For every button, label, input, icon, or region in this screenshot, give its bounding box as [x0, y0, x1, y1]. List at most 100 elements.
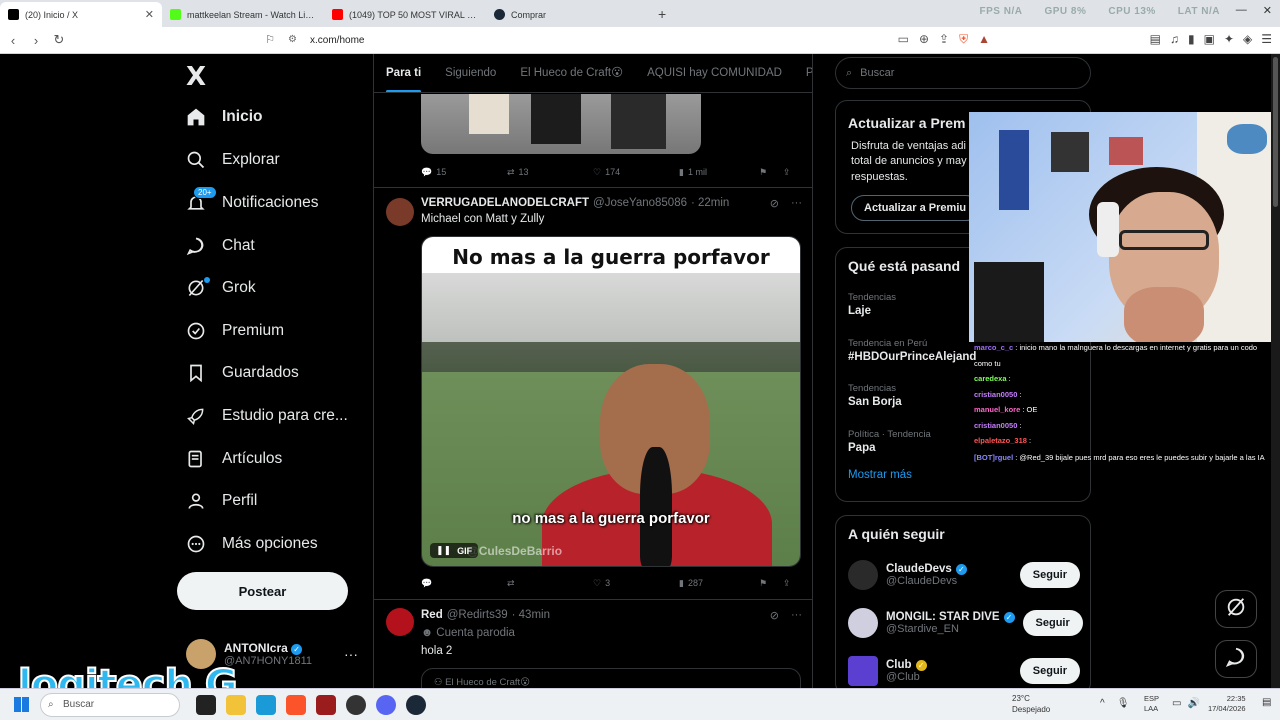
taskbar-search[interactable]: ⌕ Buscar [40, 693, 180, 717]
follow-suggestion[interactable]: ClaudeDevs ✓ @ClaudeDevs Seguir [848, 560, 1080, 590]
repost-button[interactable]: ⇄ 13 [507, 167, 593, 178]
views-button[interactable]: ▮ 287 [679, 578, 759, 589]
task-view-icon[interactable] [196, 695, 216, 715]
trend-item[interactable]: Tendencias San Borja [848, 383, 902, 408]
taskbar-clock[interactable]: 22:35 17/04/2026 [1208, 694, 1246, 714]
tray-expand-icon[interactable]: ^ [1100, 698, 1105, 709]
minimize-icon[interactable]: — [1236, 4, 1247, 17]
volume-icon[interactable]: 🔊 [1187, 698, 1199, 709]
gif-badge[interactable]: ❚❚ GIF [430, 543, 479, 558]
follow-suggestion[interactable]: MONGIL: STAR DIVE ✓ @Stardive_EN Seguir [848, 608, 1083, 638]
previous-post-media[interactable] [421, 94, 701, 154]
cast-icon[interactable]: ▭ [898, 32, 909, 47]
reload-icon[interactable]: ↻ [49, 32, 69, 48]
scrollbar-thumb[interactable] [1273, 57, 1278, 207]
nav-articles[interactable]: Artículos [184, 438, 282, 480]
wallet-icon[interactable]: ▣ [1204, 32, 1215, 46]
forward-icon[interactable]: › [26, 33, 46, 48]
page-scrollbar[interactable] [1271, 54, 1280, 688]
more-icon[interactable]: ··· [791, 197, 802, 210]
nav-explore[interactable]: Explorar [184, 139, 280, 181]
nav-more[interactable]: Más opciones [184, 523, 318, 565]
browser-tab-youtube[interactable]: (1049) TOP 50 MOST VIRAL PHONK/ [324, 2, 486, 27]
reading-list-icon[interactable]: ▮ [1188, 32, 1195, 46]
discord-icon[interactable] [376, 695, 396, 715]
follow-button[interactable]: Seguir [1019, 562, 1080, 588]
tab-following[interactable]: Siguiendo [433, 54, 508, 92]
share-icon[interactable]: ⇪ [939, 32, 949, 47]
close-tab-icon[interactable]: ✕ [145, 8, 154, 21]
messages-fab[interactable] [1215, 640, 1257, 678]
follow-button[interactable]: Seguir [1019, 658, 1080, 684]
new-tab-button[interactable]: + [648, 2, 676, 27]
quoted-community[interactable]: ⚇ El Hueco de Craft😮 [421, 668, 801, 688]
tab-hueco-de-craft[interactable]: El Hueco de Craft😮 [508, 54, 635, 92]
avatar[interactable] [386, 608, 414, 636]
nav-bookmarks[interactable]: Guardados [184, 352, 299, 394]
steam-icon[interactable] [406, 695, 426, 715]
reply-button[interactable]: 💬 [421, 578, 507, 589]
author-name[interactable]: VERRUGADELANODELCRAFT [421, 197, 589, 209]
nav-grok[interactable]: Grok [184, 267, 256, 309]
close-window-icon[interactable]: ✕ [1263, 4, 1272, 17]
file-explorer-icon[interactable] [226, 695, 246, 715]
back-icon[interactable]: ‹ [3, 33, 23, 48]
search-input[interactable]: ⌕ Buscar [835, 57, 1091, 89]
nav-home[interactable]: Inicio [184, 96, 262, 138]
grok-explain-icon[interactable]: ⊘ [770, 197, 779, 210]
browser-tab-kick[interactable]: mattkeelan Stream - Watch Live on K [162, 2, 324, 27]
grok-explain-icon[interactable]: ⊘ [770, 609, 779, 622]
notification-center-icon[interactable]: ▤ [1262, 697, 1271, 708]
nav-creator-studio[interactable]: Estudio para cre... [184, 395, 348, 437]
author-handle[interactable]: @Redirts39 [447, 609, 508, 621]
vpn-icon[interactable]: ◈ [1243, 32, 1252, 46]
store-icon[interactable] [256, 695, 276, 715]
bookmark-page-icon[interactable]: ⚐ [260, 33, 280, 46]
network-icon[interactable]: ▭ [1172, 698, 1181, 709]
follow-button[interactable]: Seguir [1022, 610, 1083, 636]
tab-aquisi-comunidad[interactable]: AQUISI hay COMUNIDAD [635, 54, 794, 92]
obs-icon[interactable] [346, 695, 366, 715]
tab-for-you[interactable]: Para ti [374, 54, 433, 92]
author-name[interactable]: Red [421, 609, 443, 621]
avatar[interactable] [386, 198, 414, 226]
like-button[interactable]: ♡ 3 [593, 578, 679, 589]
share-post-icon[interactable]: ⇪ [783, 167, 791, 178]
x-logo-icon[interactable]: X [186, 62, 206, 92]
nav-premium[interactable]: Premium [184, 310, 284, 352]
premium-upgrade-button[interactable]: Actualizar a Premiu [851, 195, 980, 221]
menu-icon[interactable]: ☰ [1261, 32, 1272, 46]
mic-icon[interactable]: 🎙 [1117, 698, 1130, 709]
language-indicator[interactable]: ESP LAA [1144, 694, 1159, 714]
tab-more[interactable]: Pa [794, 54, 812, 92]
author-handle[interactable]: @JoseYano85086 [593, 197, 687, 209]
browser-tab-x[interactable]: (20) Inicio / X ✕ [0, 2, 162, 27]
browser-tab-steam[interactable]: Comprar [486, 2, 648, 27]
bookmark-post-icon[interactable]: ⚑ [759, 167, 783, 178]
nav-chat[interactable]: Chat [184, 225, 255, 267]
share-post-icon[interactable]: ⇪ [783, 578, 791, 589]
show-more-link[interactable]: Mostrar más [848, 469, 912, 481]
brave-shield-icon[interactable]: ⛨ [959, 32, 968, 47]
zoom-icon[interactable]: ⊕ [919, 32, 929, 47]
post-button[interactable]: Postear [177, 572, 348, 610]
site-info-icon[interactable]: ⚙ [288, 34, 297, 45]
post-time[interactable]: · 43min [512, 609, 550, 621]
repost-button[interactable]: ⇄ [507, 578, 593, 589]
app-icon[interactable] [316, 695, 336, 715]
more-icon[interactable]: ··· [791, 609, 802, 622]
weather-widget[interactable]: 23°C Despejado [1012, 693, 1050, 715]
trend-item[interactable]: Política · Tendencia Papa [848, 429, 931, 454]
sidebar-toggle-icon[interactable]: ▤ [1150, 32, 1161, 46]
post-time[interactable]: · 22min [691, 197, 729, 209]
follow-suggestion[interactable]: Club ✓ @Club Seguir [848, 656, 1080, 686]
reply-button[interactable]: 💬 15 [421, 167, 507, 178]
views-button[interactable]: ▮ 1 mil [679, 167, 759, 178]
music-icon[interactable]: ♫ [1170, 32, 1179, 46]
like-button[interactable]: ♡ 174 [593, 167, 679, 178]
trend-item[interactable]: Tendencia en Perú #HBDOurPrinceAlejand [848, 338, 976, 363]
post-gif[interactable]: No mas a la guerra porfavor no mas a la … [421, 236, 801, 567]
ai-icon[interactable]: ✦ [1224, 32, 1234, 46]
grok-fab[interactable] [1215, 590, 1257, 628]
trend-item[interactable]: Tendencias Laje [848, 292, 896, 317]
